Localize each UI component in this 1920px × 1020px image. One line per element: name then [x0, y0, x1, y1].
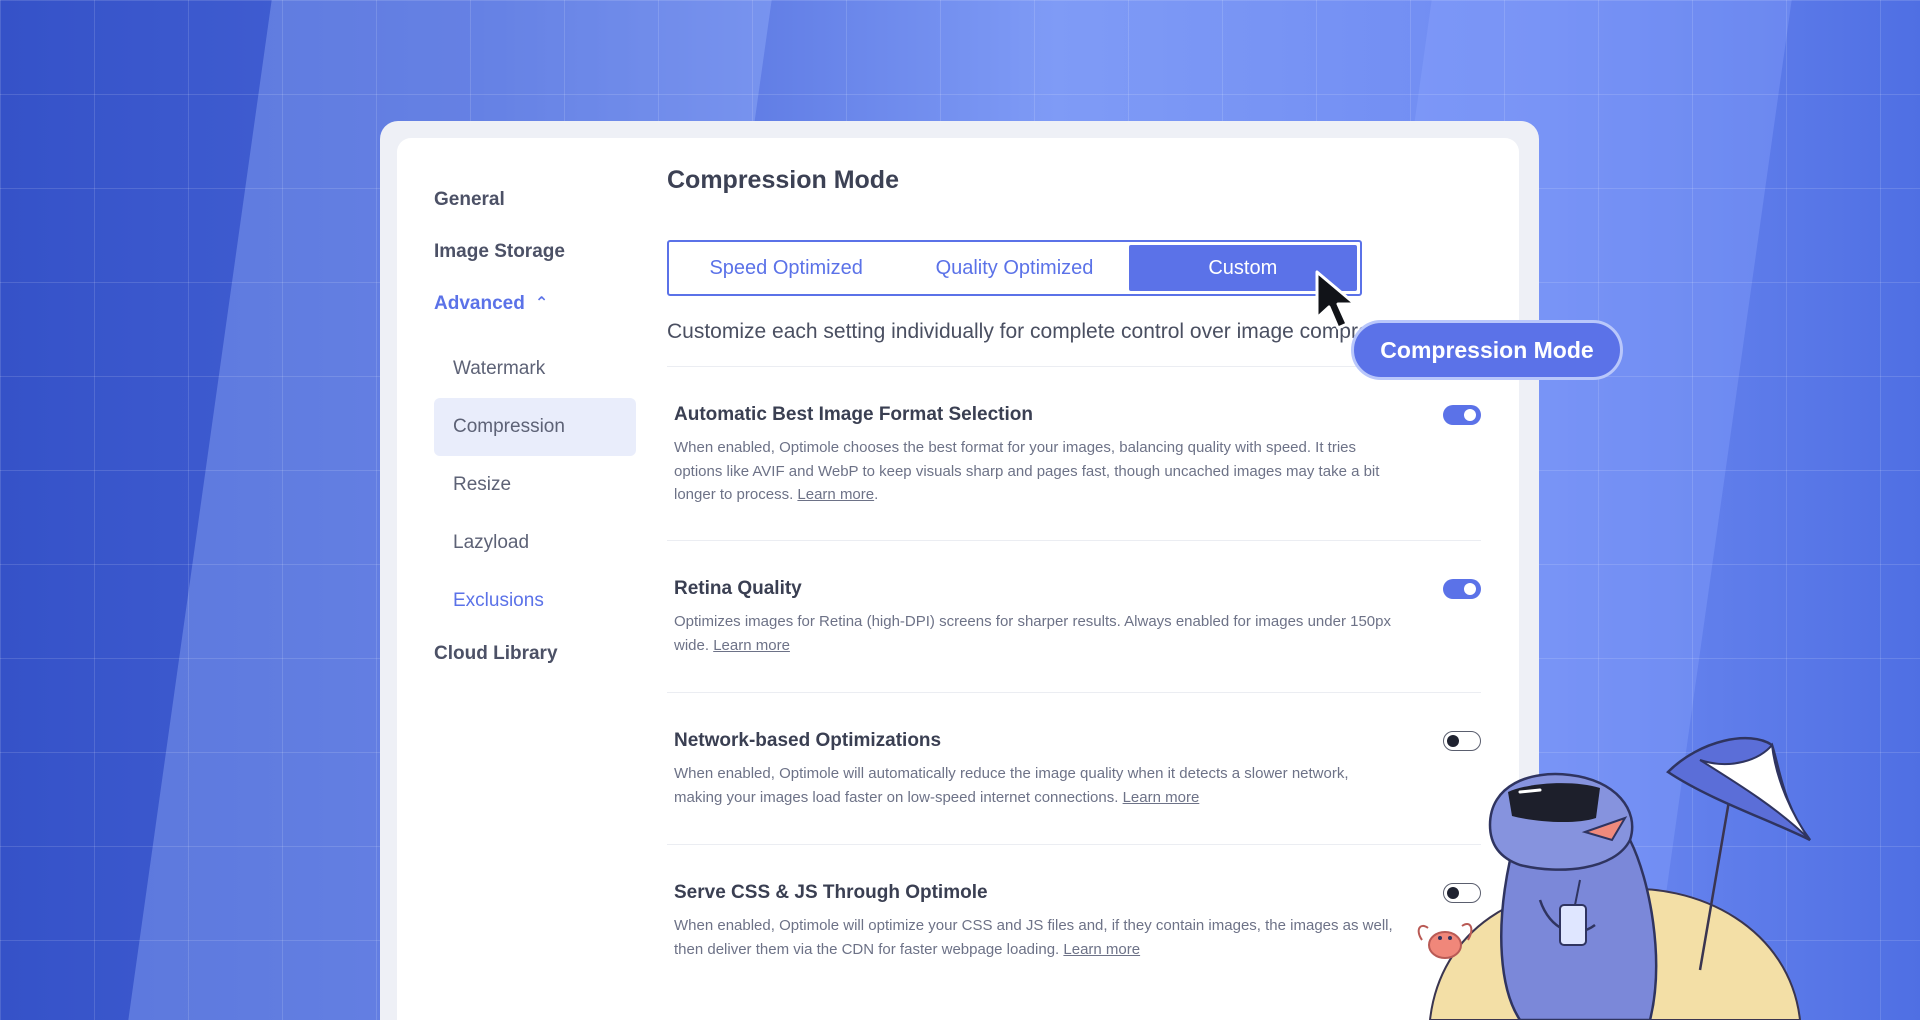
compression-mode-selector: Speed Optimized Quality Optimized Custom: [667, 240, 1362, 296]
learn-more-link[interactable]: Learn more: [1123, 789, 1200, 806]
settings-sidebar: General Image Storage Advanced ⌃ Watermar…: [434, 180, 636, 686]
toggle-knob: [1464, 409, 1476, 421]
sidebar-item-cloud-library[interactable]: Cloud Library: [434, 634, 636, 686]
sidebar-item-label: Advanced: [434, 293, 525, 314]
setting-row: Network-based Optimizations When enabled…: [667, 692, 1481, 844]
sidebar-item-exclusions[interactable]: Exclusions: [434, 572, 636, 630]
setting-row: Automatic Best Image Format Selection Wh…: [667, 366, 1481, 540]
sidebar-item-compression[interactable]: Compression: [434, 398, 636, 456]
toggle-knob: [1464, 583, 1476, 595]
sidebar-item-general[interactable]: General: [434, 180, 636, 232]
settings-list: Automatic Best Image Format Selection Wh…: [667, 366, 1481, 996]
learn-more-link[interactable]: Learn more: [797, 486, 874, 503]
retina-quality-toggle[interactable]: [1443, 579, 1481, 599]
mode-description: Customize each setting individually for …: [667, 320, 1367, 343]
setting-description: When enabled, Optimole will automaticall…: [674, 762, 1394, 809]
segment-quality-optimized[interactable]: Quality Optimized: [900, 245, 1128, 291]
format-selection-toggle[interactable]: [1443, 405, 1481, 425]
sidebar-item-resize[interactable]: Resize: [434, 456, 636, 514]
learn-more-link[interactable]: Learn more: [713, 637, 790, 654]
setting-description: Optimizes images for Retina (high-DPI) s…: [674, 610, 1394, 657]
setting-title: Serve CSS & JS Through Optimole: [674, 882, 988, 903]
sidebar-item-lazyload[interactable]: Lazyload: [434, 514, 636, 572]
compression-mode-callout: Compression Mode: [1351, 320, 1623, 380]
sidebar-item-image-storage[interactable]: Image Storage: [434, 232, 636, 284]
segment-speed-optimized[interactable]: Speed Optimized: [672, 245, 900, 291]
setting-row: Serve CSS & JS Through Optimole When ena…: [667, 844, 1481, 996]
sidebar-item-watermark[interactable]: Watermark: [434, 340, 636, 398]
setting-description: When enabled, Optimole chooses the best …: [674, 436, 1394, 507]
setting-title: Retina Quality: [674, 578, 802, 599]
setting-description-suffix: .: [874, 486, 879, 503]
chevron-up-icon: ⌃: [534, 295, 549, 312]
setting-description-text: When enabled, Optimole will automaticall…: [674, 765, 1349, 806]
setting-title: Network-based Optimizations: [674, 730, 942, 751]
setting-description-text: When enabled, Optimole will optimize you…: [674, 917, 1393, 958]
setting-description-text: When enabled, Optimole chooses the best …: [674, 439, 1380, 503]
sidebar-item-advanced[interactable]: Advanced ⌃: [434, 284, 636, 336]
mascot-illustration: [1400, 730, 1820, 1020]
setting-description: When enabled, Optimole will optimize you…: [674, 914, 1394, 961]
setting-row: Retina Quality Optimizes images for Reti…: [667, 540, 1481, 692]
setting-title: Automatic Best Image Format Selection: [674, 404, 1033, 425]
learn-more-link[interactable]: Learn more: [1063, 941, 1140, 958]
page-title: Compression Mode: [667, 166, 899, 194]
